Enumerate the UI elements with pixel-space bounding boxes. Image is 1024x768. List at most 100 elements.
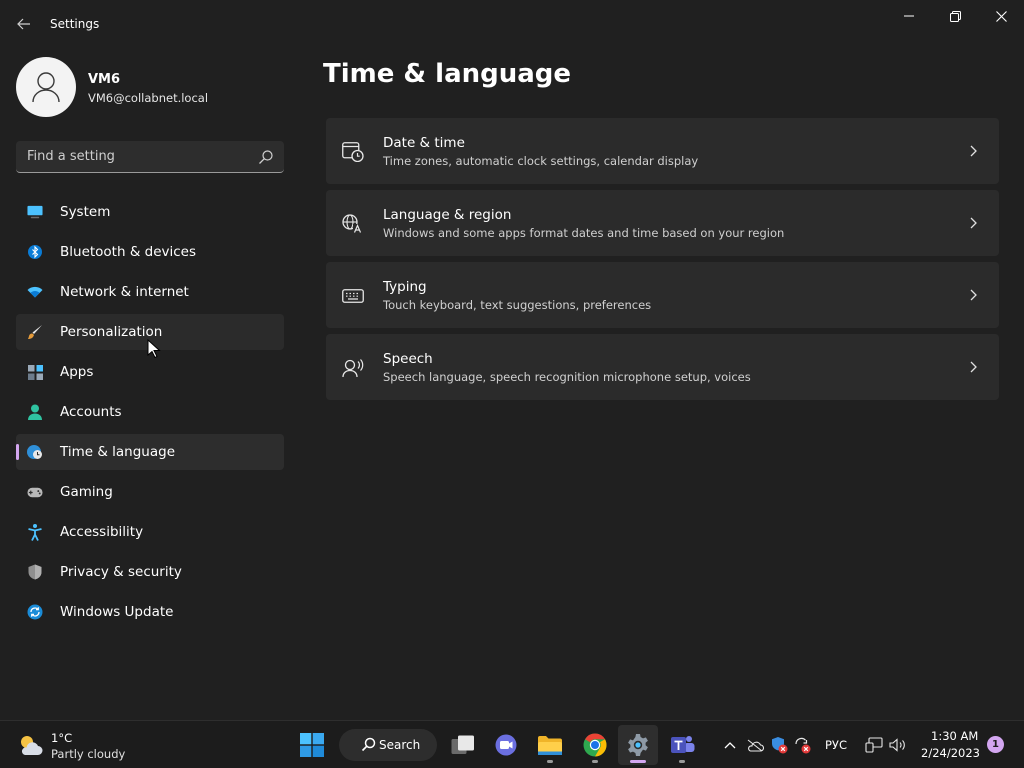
typing-card[interactable]: Typing Touch keyboard, text suggestions,… [326, 262, 999, 328]
ethernet-icon [865, 737, 883, 753]
sidebar-item-accessibility[interactable]: Accessibility [16, 514, 284, 550]
sidebar-item-time-language[interactable]: Time & language [16, 434, 284, 470]
card-description: Time zones, automatic clock settings, ca… [383, 154, 699, 168]
title-bar: Settings [0, 0, 1024, 48]
sidebar-item-label: Windows Update [60, 604, 174, 620]
minimize-button[interactable] [886, 0, 932, 32]
chevron-right-icon [970, 217, 977, 229]
input-language-indicator[interactable]: РУС [825, 738, 847, 752]
task-view-button[interactable] [443, 725, 483, 765]
apps-icon [27, 364, 43, 380]
close-icon [995, 10, 1007, 22]
speech-card[interactable]: Speech Speech language, speech recogniti… [326, 334, 999, 400]
back-button[interactable] [8, 10, 40, 38]
language-icon [342, 213, 364, 235]
settings-card-list: Date & time Time zones, automatic clock … [326, 118, 999, 406]
card-description: Windows and some apps format dates and t… [383, 226, 785, 240]
settings-search [16, 141, 284, 173]
user-email: VM6@collabnet.local [88, 91, 209, 105]
user-profile[interactable]: VM6 VM6@collabnet.local [16, 57, 286, 117]
calendar-clock-icon [342, 141, 364, 163]
network-icon [27, 284, 43, 300]
chat-icon [495, 734, 517, 756]
gear-icon [628, 734, 648, 756]
sidebar-item-label: Apps [60, 364, 94, 380]
chrome-icon [583, 733, 607, 757]
running-indicator [679, 760, 685, 763]
sidebar-nav: System Bluetooth & devices Network & int… [16, 194, 284, 634]
chrome-button[interactable] [575, 725, 615, 765]
card-title: Language & region [383, 207, 512, 223]
running-indicator [592, 760, 598, 763]
mouse-cursor-icon [147, 339, 161, 359]
card-title: Typing [383, 279, 427, 295]
sidebar-item-system[interactable]: System [16, 194, 284, 230]
sidebar-item-label: Accounts [60, 404, 122, 420]
security-warning-icon [772, 737, 788, 754]
defender-tray-button[interactable] [769, 735, 789, 755]
clock-time[interactable]: 1:30 AM [931, 729, 978, 743]
person-icon [27, 404, 43, 420]
notification-badge[interactable]: 1 [987, 736, 1004, 753]
weather-widget[interactable]: 1°C Partly cloudy [16, 729, 166, 763]
sidebar-item-privacy[interactable]: Privacy & security [16, 554, 284, 590]
restore-button[interactable] [932, 0, 978, 32]
sync-error-icon [795, 737, 811, 754]
sidebar-item-label: Bluetooth & devices [60, 244, 197, 260]
network-tray-button[interactable] [864, 735, 884, 755]
file-explorer-button[interactable] [530, 725, 570, 765]
card-title: Date & time [383, 135, 465, 151]
sidebar-item-windows-update[interactable]: Windows Update [16, 594, 284, 630]
partly-cloudy-icon [21, 736, 43, 755]
bluetooth-icon [27, 244, 43, 260]
date-time-card[interactable]: Date & time Time zones, automatic clock … [326, 118, 999, 184]
card-description: Touch keyboard, text suggestions, prefer… [383, 298, 652, 312]
app-title: Settings [50, 17, 100, 31]
sidebar-item-apps[interactable]: Apps [16, 354, 284, 390]
keyboard-icon [342, 285, 364, 307]
language-region-card[interactable]: Language & region Windows and some apps … [326, 190, 999, 256]
speech-icon [342, 357, 364, 379]
search-icon [361, 737, 376, 752]
settings-app-button[interactable] [618, 725, 658, 765]
avatar [16, 57, 76, 117]
system-icon [27, 204, 43, 220]
sidebar-item-label: Time & language [60, 444, 176, 460]
sidebar-item-label: Personalization [60, 324, 163, 340]
show-hidden-icons-button[interactable] [720, 735, 740, 755]
globe-clock-icon [27, 444, 43, 460]
user-name: VM6 [88, 72, 121, 87]
taskbar-search-button[interactable]: Search [339, 729, 437, 761]
sidebar-item-network[interactable]: Network & internet [16, 274, 284, 310]
speaker-icon [889, 738, 905, 752]
card-title: Speech [383, 351, 433, 367]
cloud-offline-icon [747, 739, 764, 752]
card-description: Speech language, speech recognition micr… [383, 370, 751, 384]
windows-logo-icon [300, 733, 324, 757]
sidebar-item-bluetooth[interactable]: Bluetooth & devices [16, 234, 284, 270]
sidebar-item-accounts[interactable]: Accounts [16, 394, 284, 430]
sync-tray-button[interactable] [792, 735, 812, 755]
page-title: Time & language [323, 59, 572, 89]
clock-date[interactable]: 2/24/2023 [921, 746, 980, 760]
teams-button[interactable] [662, 725, 702, 765]
task-view-icon [451, 735, 474, 754]
active-indicator [630, 760, 646, 763]
onedrive-tray-button[interactable] [745, 735, 765, 755]
start-button[interactable] [292, 725, 332, 765]
chat-button[interactable] [486, 725, 526, 765]
chevron-right-icon [970, 145, 977, 157]
close-button[interactable] [978, 0, 1024, 32]
accessibility-icon [27, 523, 43, 541]
sidebar-item-label: Privacy & security [60, 564, 182, 580]
taskbar-search-label: Search [379, 738, 421, 752]
sidebar-item-gaming[interactable]: Gaming [16, 474, 284, 510]
restore-icon [949, 10, 961, 22]
volume-tray-button[interactable] [888, 735, 908, 755]
folder-icon [538, 735, 562, 755]
sidebar-item-label: Accessibility [60, 524, 144, 540]
search-icon[interactable] [258, 149, 274, 165]
sidebar-item-label: Network & internet [60, 284, 189, 300]
chevron-up-icon [724, 742, 736, 749]
search-input[interactable] [16, 141, 252, 172]
